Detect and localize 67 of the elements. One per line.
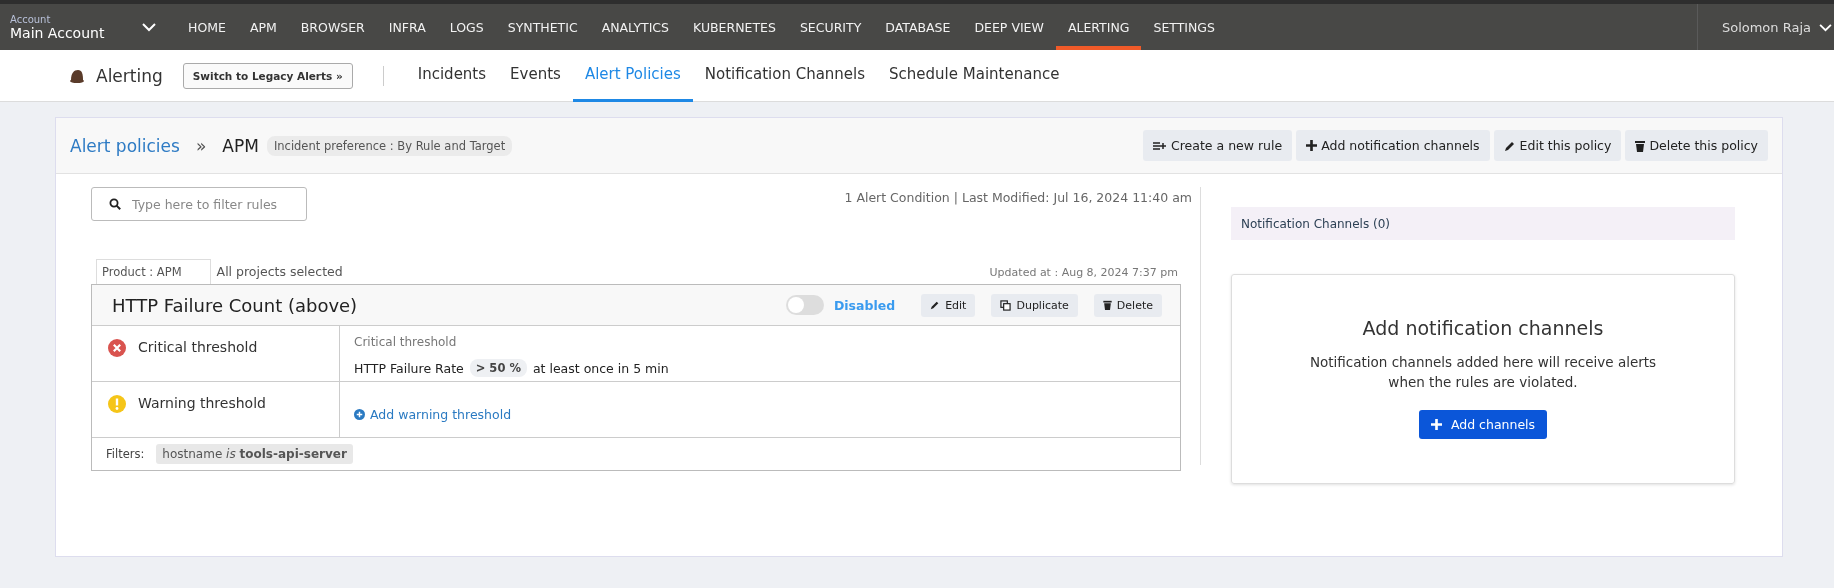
chevron-down-icon[interactable] xyxy=(1819,22,1832,32)
incident-preference-badge: Incident preference : By Rule and Target xyxy=(266,135,513,156)
empty-state-text: Notification channels added here will receive alerts when the rules are violated. xyxy=(1308,353,1658,392)
toggle-switch[interactable] xyxy=(785,295,824,315)
rule-action-button[interactable]: Edit xyxy=(921,293,976,317)
pencil-icon xyxy=(1503,139,1516,152)
trash-icon xyxy=(1102,300,1112,310)
nav-item[interactable]: KUBERNETES xyxy=(681,4,788,50)
action-button[interactable]: Add notification channels xyxy=(1296,130,1490,161)
error-icon xyxy=(108,339,126,357)
pencil-icon xyxy=(930,300,941,310)
empty-state-title: Add notification channels xyxy=(1362,317,1604,339)
nav-item[interactable]: SETTINGS xyxy=(1141,4,1227,50)
copy-icon xyxy=(1000,299,1012,311)
updated-time: Updated at : Aug 8, 2024 7:37 pm xyxy=(989,266,1178,279)
action-button[interactable]: Edit this policy xyxy=(1493,130,1622,161)
add-channels-button[interactable]: Add channels xyxy=(1418,410,1548,440)
add-warning-link[interactable]: Add warning threshold xyxy=(354,406,512,422)
tab[interactable]: Incidents xyxy=(405,49,499,102)
filter-tag: hostname is tools-api-server xyxy=(156,444,353,464)
nav-item[interactable]: SYNTHETIC xyxy=(495,4,590,50)
threshold-label: Critical threshold xyxy=(138,339,258,355)
trash-icon xyxy=(1635,139,1646,152)
policy-name: APM xyxy=(222,135,259,156)
product-selector[interactable]: Product : APM xyxy=(96,259,211,284)
metric-name: HTTP Failure Rate xyxy=(354,360,464,376)
search-field[interactable]: Type here to filter rules xyxy=(91,187,307,221)
user-name[interactable]: Solomon Raja xyxy=(1721,19,1811,35)
tab[interactable]: Alert Policies xyxy=(572,49,693,102)
action-button[interactable]: Create a new rule xyxy=(1143,130,1293,161)
filters-label: Filters: xyxy=(106,447,145,461)
list-add-icon xyxy=(1153,140,1167,151)
legacy-alerts-button[interactable]: Switch to Legacy Alerts » xyxy=(182,62,353,89)
nav-item[interactable]: DEEP VIEW xyxy=(962,4,1056,50)
rule-status: Disabled xyxy=(833,297,896,313)
nav-item[interactable]: INFRA xyxy=(376,4,438,50)
policy-summary: 1 Alert Condition | Last Modified: Jul 16, 2024 11:40 am xyxy=(844,190,1192,205)
condition-text: at least once in 5 min xyxy=(532,360,669,376)
plus-circle-icon xyxy=(354,408,365,420)
tab[interactable]: Schedule Maintenance xyxy=(877,49,1072,102)
rule-action-button[interactable]: Delete xyxy=(1093,293,1162,317)
nav-item[interactable]: LOGS xyxy=(437,4,496,50)
action-button[interactable]: Delete this policy xyxy=(1625,130,1768,161)
chevron-down-icon[interactable] xyxy=(142,22,156,32)
breadcrumb-link[interactable]: Alert policies xyxy=(70,135,180,156)
nav-item[interactable]: APM xyxy=(237,4,289,50)
threshold-heading: Critical threshold xyxy=(354,335,458,349)
nav-item[interactable]: DATABASE xyxy=(873,4,963,50)
breadcrumb-separator: » xyxy=(195,135,207,156)
warning-icon xyxy=(108,395,126,413)
nav-item[interactable]: SECURITY xyxy=(787,4,874,50)
section-title: Alerting xyxy=(96,65,163,86)
nav-item[interactable]: BROWSER xyxy=(288,4,377,50)
account-label: Account xyxy=(10,13,52,25)
plus-icon xyxy=(1430,419,1442,431)
account-selector[interactable]: Main Account xyxy=(10,24,136,41)
rule-action-button[interactable]: Duplicate xyxy=(991,293,1078,317)
channels-header: Notification Channels (0) xyxy=(1231,207,1735,240)
threshold-label: Warning threshold xyxy=(138,395,266,411)
nav-item[interactable]: HOME xyxy=(176,4,238,50)
nav-item[interactable]: ANALYTICS xyxy=(589,4,682,50)
projects-label: All projects selected xyxy=(216,264,343,279)
rule-title: HTTP Failure Count (above) xyxy=(112,294,358,316)
tab[interactable]: Notification Channels xyxy=(692,49,878,102)
plus-icon xyxy=(1306,140,1318,151)
threshold-value: > 50 % xyxy=(469,359,527,377)
tab[interactable]: Events xyxy=(498,49,573,102)
